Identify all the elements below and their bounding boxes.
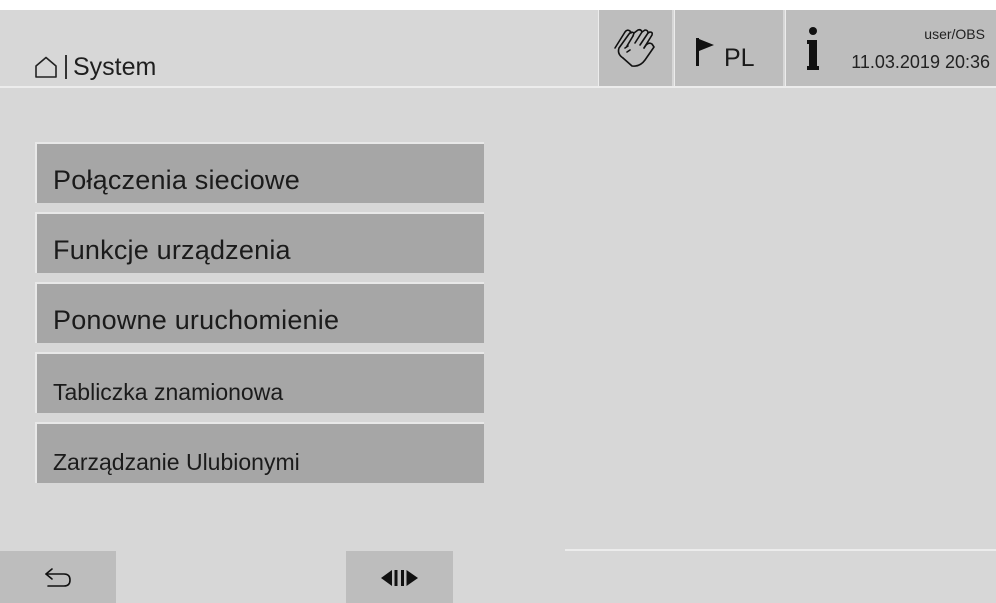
breadcrumb-separator — [65, 55, 67, 79]
split-view-icon — [381, 570, 418, 586]
menu-item-manage-favorites[interactable]: Zarządzanie Ulubionymi — [35, 422, 484, 483]
menu-item-label: Połączenia sieciowe — [53, 165, 300, 195]
hand-icon — [614, 28, 655, 67]
menu-item-rating-plate[interactable]: Tabliczka znamionowa — [35, 352, 484, 413]
menu-item-label: Zarządzanie Ulubionymi — [53, 449, 300, 475]
datetime-label: 11.03.2019 20:36 — [851, 52, 990, 72]
breadcrumb[interactable]: System — [34, 52, 156, 82]
back-arrow-icon — [45, 568, 71, 587]
back-button[interactable] — [0, 551, 116, 603]
menu-item-label: Funkcje urządzenia — [53, 235, 291, 265]
menu-item-restart[interactable]: Ponowne uruchomienie — [35, 282, 484, 343]
user-label: user/OBS — [924, 26, 985, 42]
footer-divider — [565, 549, 996, 551]
split-view-button[interactable] — [346, 551, 453, 603]
language-button[interactable]: PL — [674, 10, 783, 86]
menu-item-network-connections[interactable]: Połączenia sieciowe — [35, 142, 484, 203]
hand-button[interactable] — [598, 10, 672, 86]
screen: System PL user/OBS 11.03.2019 20:36 Połą… — [0, 10, 996, 603]
menu-item-label: Ponowne uruchomienie — [53, 305, 340, 335]
menu-item-device-functions[interactable]: Funkcje urządzenia — [35, 212, 484, 273]
language-label: PL — [724, 44, 755, 72]
page-title: System — [73, 52, 157, 81]
info-icon — [807, 27, 819, 70]
home-icon — [35, 56, 57, 78]
menu-item-label: Tabliczka znamionowa — [53, 379, 284, 405]
header-bar: System PL user/OBS 11.03.2019 20:36 — [0, 10, 996, 88]
system-menu: Połączenia sieciowe Funkcje urządzenia P… — [35, 142, 484, 492]
info-button[interactable]: user/OBS 11.03.2019 20:36 — [785, 10, 996, 86]
flag-icon — [696, 38, 714, 66]
